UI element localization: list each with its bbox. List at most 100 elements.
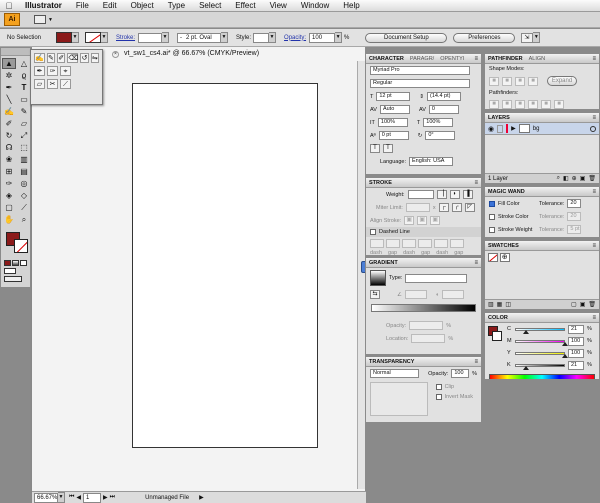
gradient-preview-swatch[interactable] <box>370 270 386 286</box>
document-tab[interactable]: × vt_sw1_cs4.ai* @ 66.67% (CMYK/Preview) <box>112 50 259 58</box>
document-setup-button[interactable]: Document Setup <box>365 32 448 43</box>
stroke-weight-input[interactable] <box>407 190 434 199</box>
align-center-button[interactable]: ▣ <box>404 216 415 225</box>
swatch-options-icon[interactable]: ◫ <box>505 301 511 308</box>
gap-field-2[interactable] <box>418 239 432 248</box>
arrange-dropdown-icon[interactable]: ▼ <box>48 17 53 23</box>
type-tool-icon[interactable]: T <box>17 82 31 93</box>
underline-button[interactable]: T <box>370 144 380 153</box>
transparency-opacity-field[interactable]: 100 <box>451 369 470 378</box>
column-graph-tool-icon[interactable]: ▥ <box>17 154 31 165</box>
layer-target-icon[interactable] <box>590 125 596 132</box>
magic-wand-tool-icon[interactable]: ✲ <box>2 70 16 81</box>
delete-layer-icon[interactable]: 🗑 <box>588 175 596 182</box>
menu-view[interactable]: View <box>263 1 294 10</box>
divide-button[interactable]: ■ <box>489 100 499 109</box>
align-outside-button[interactable]: ▣ <box>430 216 441 225</box>
color-channel-field[interactable]: 21 <box>568 324 584 334</box>
blob-brush-tool-icon[interactable]: ✐ <box>2 118 16 129</box>
delete-swatch-icon[interactable]: 🗑 <box>588 301 596 308</box>
flyout-pen-icon[interactable]: ✑ <box>47 66 58 76</box>
zoom-dropdown-icon[interactable]: ▼ <box>58 492 65 503</box>
menu-object[interactable]: Object <box>124 1 161 10</box>
mesh-tool-icon[interactable]: ⊞ <box>2 166 16 177</box>
symbol-sprayer-tool-icon[interactable]: ❀ <box>2 154 16 165</box>
zoom-tool-icon[interactable]: ⌕ <box>17 214 31 225</box>
arrange-icon[interactable]: ⇲ <box>521 32 534 43</box>
menu-select[interactable]: Select <box>192 1 228 10</box>
artboard-tool-icon[interactable]: ▢ <box>2 202 16 213</box>
tracking-field[interactable]: 0 <box>428 105 459 114</box>
gap-field-3[interactable] <box>450 239 464 248</box>
eraser-tool-icon[interactable]: ▱ <box>17 118 31 129</box>
lasso-tool-icon[interactable]: ϱ <box>17 70 31 81</box>
flyout-reflect-icon[interactable]: ⇋ <box>90 53 99 63</box>
next-artboard-icon[interactable]: ▶ <box>103 494 108 501</box>
horizontal-scale-field[interactable]: 100% <box>423 118 454 127</box>
new-sublayer-icon[interactable]: ⊕ <box>572 175 577 182</box>
color-channel-thumb[interactable] <box>522 330 529 334</box>
tab-opentype[interactable]: OPENTYI <box>437 56 467 62</box>
layer-visibility-icon[interactable]: ◉ <box>488 125 494 133</box>
color-channel-field[interactable]: 100 <box>568 348 584 358</box>
bevel-join-button[interactable]: ◸ <box>464 203 475 212</box>
minus-back-button[interactable]: ■ <box>554 100 564 109</box>
align-inside-button[interactable]: ▣ <box>417 216 428 225</box>
layer-lock-toggle[interactable] <box>497 124 504 133</box>
close-document-icon[interactable]: × <box>112 51 119 58</box>
show-kinds-icon[interactable]: ▦ <box>497 301 503 308</box>
menu-window[interactable]: Window <box>294 1 336 10</box>
blend-tool-icon[interactable]: ◎ <box>17 178 31 189</box>
flyout-path-eraser-icon[interactable]: ⌫ <box>67 53 79 63</box>
tab-gradient[interactable]: GRADIENT <box>366 260 401 266</box>
tab-color[interactable]: COLOR <box>485 315 511 321</box>
baseline-shift-field[interactable]: 0 pt <box>378 131 409 140</box>
paintbrush-tool-icon[interactable]: ✍ <box>2 106 16 117</box>
previous-artboard-icon[interactable]: ◀ <box>76 494 81 501</box>
swatches-panel-menu-icon[interactable]: ≡ <box>592 243 596 249</box>
layer-row[interactable]: ◉ ▶ bg <box>485 123 599 135</box>
weight-tolerance-field[interactable]: 5 pt <box>567 225 582 234</box>
intersect-button[interactable]: ■ <box>515 76 525 86</box>
artboard[interactable] <box>132 83 318 448</box>
opacity-dropdown-icon[interactable]: ▼ <box>335 32 343 43</box>
character-panel-menu-icon[interactable]: ≡ <box>474 56 478 62</box>
color-channel-slider[interactable] <box>515 363 565 370</box>
stroke-weight-dropdown-icon[interactable]: ▼ <box>162 32 170 43</box>
kerning-field[interactable]: Auto <box>379 105 410 114</box>
color-channel-thumb[interactable] <box>522 366 529 370</box>
vertical-scale-field[interactable]: 100% <box>377 118 408 127</box>
color-channel-thumb[interactable] <box>562 354 568 358</box>
flyout-blob-brush-icon[interactable]: ✒ <box>34 66 45 76</box>
scale-tool-icon[interactable]: ⤢ <box>17 130 31 141</box>
fill-tolerance-field[interactable]: 20 <box>567 199 582 208</box>
color-channel-slider[interactable] <box>515 351 568 358</box>
tab-pathfinder[interactable]: PATHFINDER <box>485 56 526 62</box>
flyout-paintbrush-icon[interactable]: ✍ <box>34 53 45 63</box>
stroke-link[interactable]: Stroke: <box>116 35 135 41</box>
font-style-field[interactable]: Regular <box>370 79 470 88</box>
tab-layers[interactable]: LAYERS <box>485 115 513 121</box>
strikethrough-button[interactable]: T <box>383 144 393 153</box>
gradient-type-field[interactable] <box>405 273 468 283</box>
graphic-style-dropdown-icon[interactable]: ▼ <box>269 32 277 43</box>
hand-tool-icon[interactable]: ✋ <box>2 214 16 225</box>
first-artboard-icon[interactable]: ⏮ <box>69 494 74 501</box>
character-rotation-field[interactable]: 0° <box>425 131 456 140</box>
color-channel-field[interactable]: 100 <box>568 336 584 346</box>
butt-cap-button[interactable]: ▕ <box>436 190 447 199</box>
flyout-eraser-icon[interactable]: ▱ <box>34 79 45 89</box>
layer-expand-icon[interactable]: ▶ <box>511 125 516 132</box>
flyout-scissors-icon[interactable]: ✂ <box>47 79 58 89</box>
tab-stroke[interactable]: STROKE <box>366 180 395 186</box>
none-mode-icon[interactable] <box>20 260 27 266</box>
expand-button[interactable]: Expand <box>547 76 577 86</box>
minus-front-button[interactable]: ■ <box>502 76 512 86</box>
color-channel-field[interactable]: 21 <box>568 360 584 370</box>
tab-character[interactable]: CHARACTER <box>366 56 407 62</box>
dash-field-2[interactable] <box>402 239 416 248</box>
mask-thumbnail[interactable] <box>370 382 428 416</box>
warp-tool-icon[interactable]: ☊ <box>2 142 16 153</box>
stroke-color-checkbox[interactable] <box>489 213 495 220</box>
color-spectrum[interactable] <box>489 374 595 379</box>
